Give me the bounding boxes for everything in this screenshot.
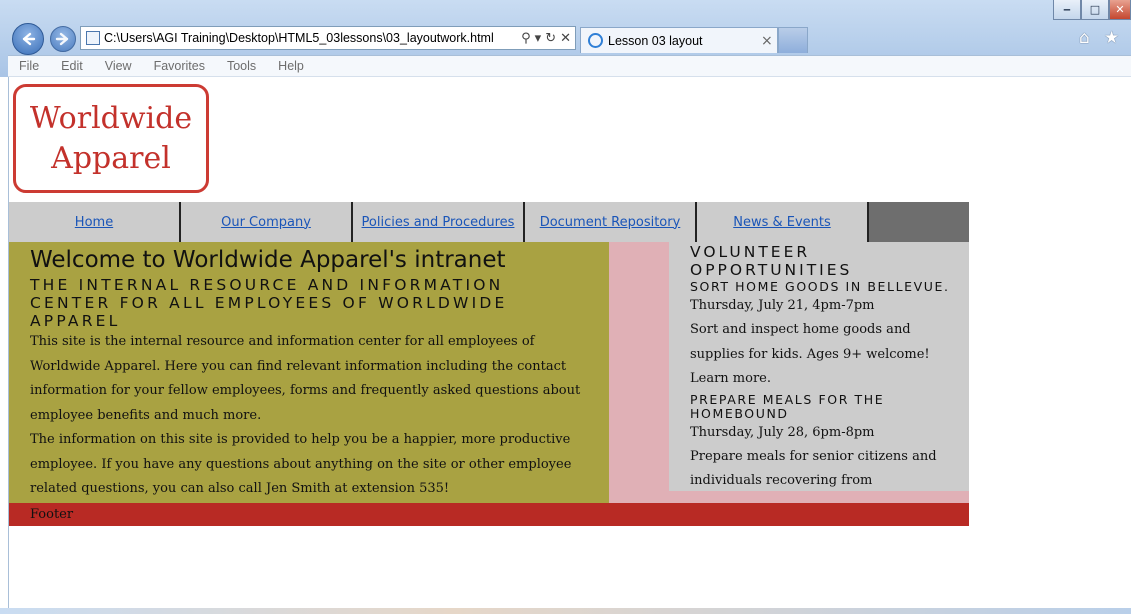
home-icon[interactable]: ⌂ [1079,28,1090,48]
event-date: Thursday, July 21, 4pm-7pm [690,298,875,313]
event-title: Sort home goods in Bellevue. [690,279,950,294]
logo: Worldwide Apparel [13,84,209,193]
minimize-icon[interactable]: ‒ [1053,0,1081,20]
page-viewport: Worldwide Apparel Home Our Company Polic… [8,77,1131,608]
page-title: Welcome to Worldwide Apparel's intranet [30,247,506,273]
menu-help[interactable]: Help [272,59,310,73]
logo-line-1: Worldwide [29,100,193,136]
close-window-icon[interactable]: ✕ [1109,0,1131,20]
nav-item-our-company: Our Company [181,202,353,242]
nav-item-news: News & Events [697,202,869,242]
nav-item-home: Home [9,202,181,242]
sidebar-heading: Volunteer Opportunities [690,243,853,279]
back-button[interactable] [12,23,44,55]
address-text[interactable]: C:\Users\AGI Training\Desktop\HTML5_03le… [104,31,521,45]
menu-view[interactable]: View [99,59,138,73]
event-description: Sort and inspect home goods and supplies… [690,322,930,386]
menu-favorites[interactable]: Favorites [148,59,211,73]
nav-link-documents[interactable]: Document Repository [540,215,681,230]
nav-link-news[interactable]: News & Events [733,215,831,230]
nav-link-policies[interactable]: Policies and Procedures [362,215,515,230]
logo-line-2: Apparel [51,140,171,176]
back-arrow-icon [22,32,36,46]
nav-link-home[interactable]: Home [75,215,113,230]
browser-chrome: ‒ □ ✕ C:\Users\AGI Training\Desktop\HTML… [0,0,1131,77]
forward-button[interactable] [50,26,76,52]
window-bottom-border [0,608,1131,614]
intro-paragraph: This site is the internal resource and i… [30,334,581,423]
nav-item-documents: Document Repository [525,202,697,242]
footer-text: Footer [30,507,74,522]
logo-text: Worldwide Apparel [30,99,192,179]
ie-icon [588,33,603,48]
main-nav: Home Our Company Policies and Procedures… [9,202,969,242]
menu-file[interactable]: File [13,59,45,73]
stop-icon[interactable]: ✕ [560,31,571,46]
info-paragraph: The information on this site is provided… [30,432,572,496]
tab-lesson-03[interactable]: Lesson 03 layout × [580,27,778,53]
column-gutter [609,242,669,503]
tab-title: Lesson 03 layout [608,33,703,48]
page-subtitle: The internal resource and information ce… [30,276,508,330]
event-title: Prepare meals for the homebound [690,391,885,421]
refresh-icon[interactable]: ↻ [545,31,556,46]
favorites-star-icon[interactable]: ★ [1104,28,1119,48]
menu-tools[interactable]: Tools [221,59,262,73]
menu-edit[interactable]: Edit [55,59,89,73]
main-content: Welcome to Worldwide Apparel's intranet … [9,242,609,503]
address-tools: ⚲ ▾ ↻ ✕ [521,31,575,46]
dropdown-icon[interactable]: ▾ [535,31,542,46]
menu-bar: File Edit View Favorites Tools Help [8,55,1131,77]
address-bar[interactable]: C:\Users\AGI Training\Desktop\HTML5_03le… [80,26,576,50]
volunteer-sidebar: Volunteer Opportunities Sort home goods … [669,242,969,513]
nav-link-our-company[interactable]: Our Company [221,215,311,230]
search-icon[interactable]: ⚲ [521,31,531,46]
footer: Footer [9,503,969,526]
forward-arrow-icon [55,32,69,46]
sidebar-bottom-strip [669,491,969,503]
maximize-icon[interactable]: □ [1081,0,1109,20]
event-date: Thursday, July 28, 6pm-8pm [690,424,875,440]
nav-item-policies: Policies and Procedures [353,202,525,242]
tab-close-icon[interactable]: × [761,33,777,49]
window-controls: ‒ □ ✕ [1053,0,1131,21]
new-tab-button[interactable] [778,27,808,53]
page-icon [86,31,100,45]
